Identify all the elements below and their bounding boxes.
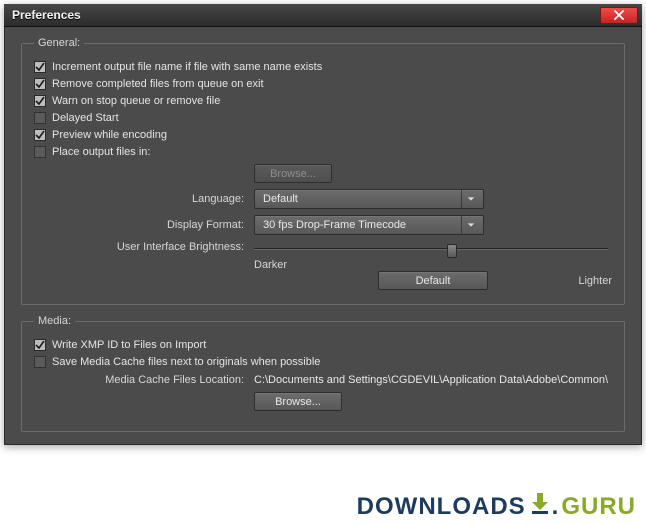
watermark: DOWNLOADS . GURU bbox=[357, 492, 636, 521]
darker-label: Darker bbox=[254, 259, 334, 271]
checkbox-delayed-start[interactable] bbox=[34, 112, 46, 124]
cache-location-value: C:\Documents and Settings\CGDEVIL\Applic… bbox=[254, 374, 612, 386]
row-preview: Preview while encoding bbox=[34, 129, 612, 141]
brightness-label: User Interface Brightness: bbox=[34, 241, 254, 253]
display-format-select[interactable]: 30 fps Drop-Frame Timecode bbox=[254, 215, 484, 235]
row-display-format: Display Format: 30 fps Drop-Frame Timeco… bbox=[34, 215, 612, 235]
checkbox-place-output[interactable] bbox=[34, 146, 46, 158]
download-arrow-icon bbox=[530, 492, 550, 514]
browse-disabled-button: Browse... bbox=[254, 164, 332, 183]
row-save-cache: Save Media Cache files next to originals… bbox=[34, 356, 612, 368]
close-icon bbox=[614, 10, 624, 20]
display-format-label: Display Format: bbox=[34, 219, 254, 231]
checkbox-increment[interactable] bbox=[34, 61, 46, 73]
row-write-xmp: Write XMP ID to Files on Import bbox=[34, 339, 612, 351]
row-browse-disabled: Browse... bbox=[34, 164, 612, 183]
preferences-window: Preferences General: Increment output fi… bbox=[4, 4, 642, 445]
label-warn-stop: Warn on stop queue or remove file bbox=[52, 95, 220, 107]
cache-location-label: Media Cache Files Location: bbox=[34, 374, 254, 386]
media-legend: Media: bbox=[34, 315, 75, 327]
label-increment: Increment output file name if file with … bbox=[52, 61, 322, 73]
watermark-downloads: DOWNLOADS bbox=[357, 493, 526, 521]
checkbox-preview[interactable] bbox=[34, 129, 46, 141]
row-media-browse: Browse... bbox=[34, 392, 612, 411]
label-remove-completed: Remove completed files from queue on exi… bbox=[52, 78, 264, 90]
language-select[interactable]: Default bbox=[254, 189, 484, 209]
row-cache-location: Media Cache Files Location: C:\Documents… bbox=[34, 374, 612, 386]
display-format-value: 30 fps Drop-Frame Timecode bbox=[263, 219, 406, 231]
row-language: Language: Default bbox=[34, 189, 612, 209]
group-media: Media: Write XMP ID to Files on Import S… bbox=[21, 315, 625, 432]
checkbox-remove-completed[interactable] bbox=[34, 78, 46, 90]
media-browse-button[interactable]: Browse... bbox=[254, 392, 342, 411]
window-title: Preferences bbox=[12, 8, 600, 22]
row-brightness-labels: Darker Default Lighter bbox=[34, 259, 612, 290]
general-legend: General: bbox=[34, 37, 84, 49]
language-label: Language: bbox=[34, 193, 254, 205]
close-button[interactable] bbox=[600, 7, 638, 24]
language-value: Default bbox=[263, 193, 298, 205]
brightness-slider[interactable] bbox=[254, 248, 608, 250]
watermark-guru: GURU bbox=[561, 493, 636, 521]
row-brightness: User Interface Brightness: bbox=[34, 241, 612, 253]
chevron-down-icon bbox=[461, 216, 479, 234]
row-place-output: Place output files in: bbox=[34, 146, 612, 158]
label-save-cache: Save Media Cache files next to originals… bbox=[52, 356, 320, 368]
brightness-slider-thumb[interactable] bbox=[447, 244, 457, 258]
watermark-dot: . bbox=[552, 493, 560, 521]
brightness-default-button[interactable]: Default bbox=[378, 271, 488, 290]
checkbox-save-cache[interactable] bbox=[34, 356, 46, 368]
checkbox-warn-stop[interactable] bbox=[34, 95, 46, 107]
group-general: General: Increment output file name if f… bbox=[21, 37, 625, 305]
lighter-label: Lighter bbox=[532, 275, 612, 287]
label-place-output: Place output files in: bbox=[52, 146, 150, 158]
label-preview: Preview while encoding bbox=[52, 129, 167, 141]
window-body: General: Increment output file name if f… bbox=[4, 27, 642, 445]
label-delayed-start: Delayed Start bbox=[52, 112, 119, 124]
label-write-xmp: Write XMP ID to Files on Import bbox=[52, 339, 206, 351]
checkbox-write-xmp[interactable] bbox=[34, 339, 46, 351]
titlebar: Preferences bbox=[4, 4, 642, 27]
chevron-down-icon bbox=[461, 190, 479, 208]
row-delayed-start: Delayed Start bbox=[34, 112, 612, 124]
row-warn-stop: Warn on stop queue or remove file bbox=[34, 95, 612, 107]
row-remove-completed: Remove completed files from queue on exi… bbox=[34, 78, 612, 90]
row-increment: Increment output file name if file with … bbox=[34, 61, 612, 73]
